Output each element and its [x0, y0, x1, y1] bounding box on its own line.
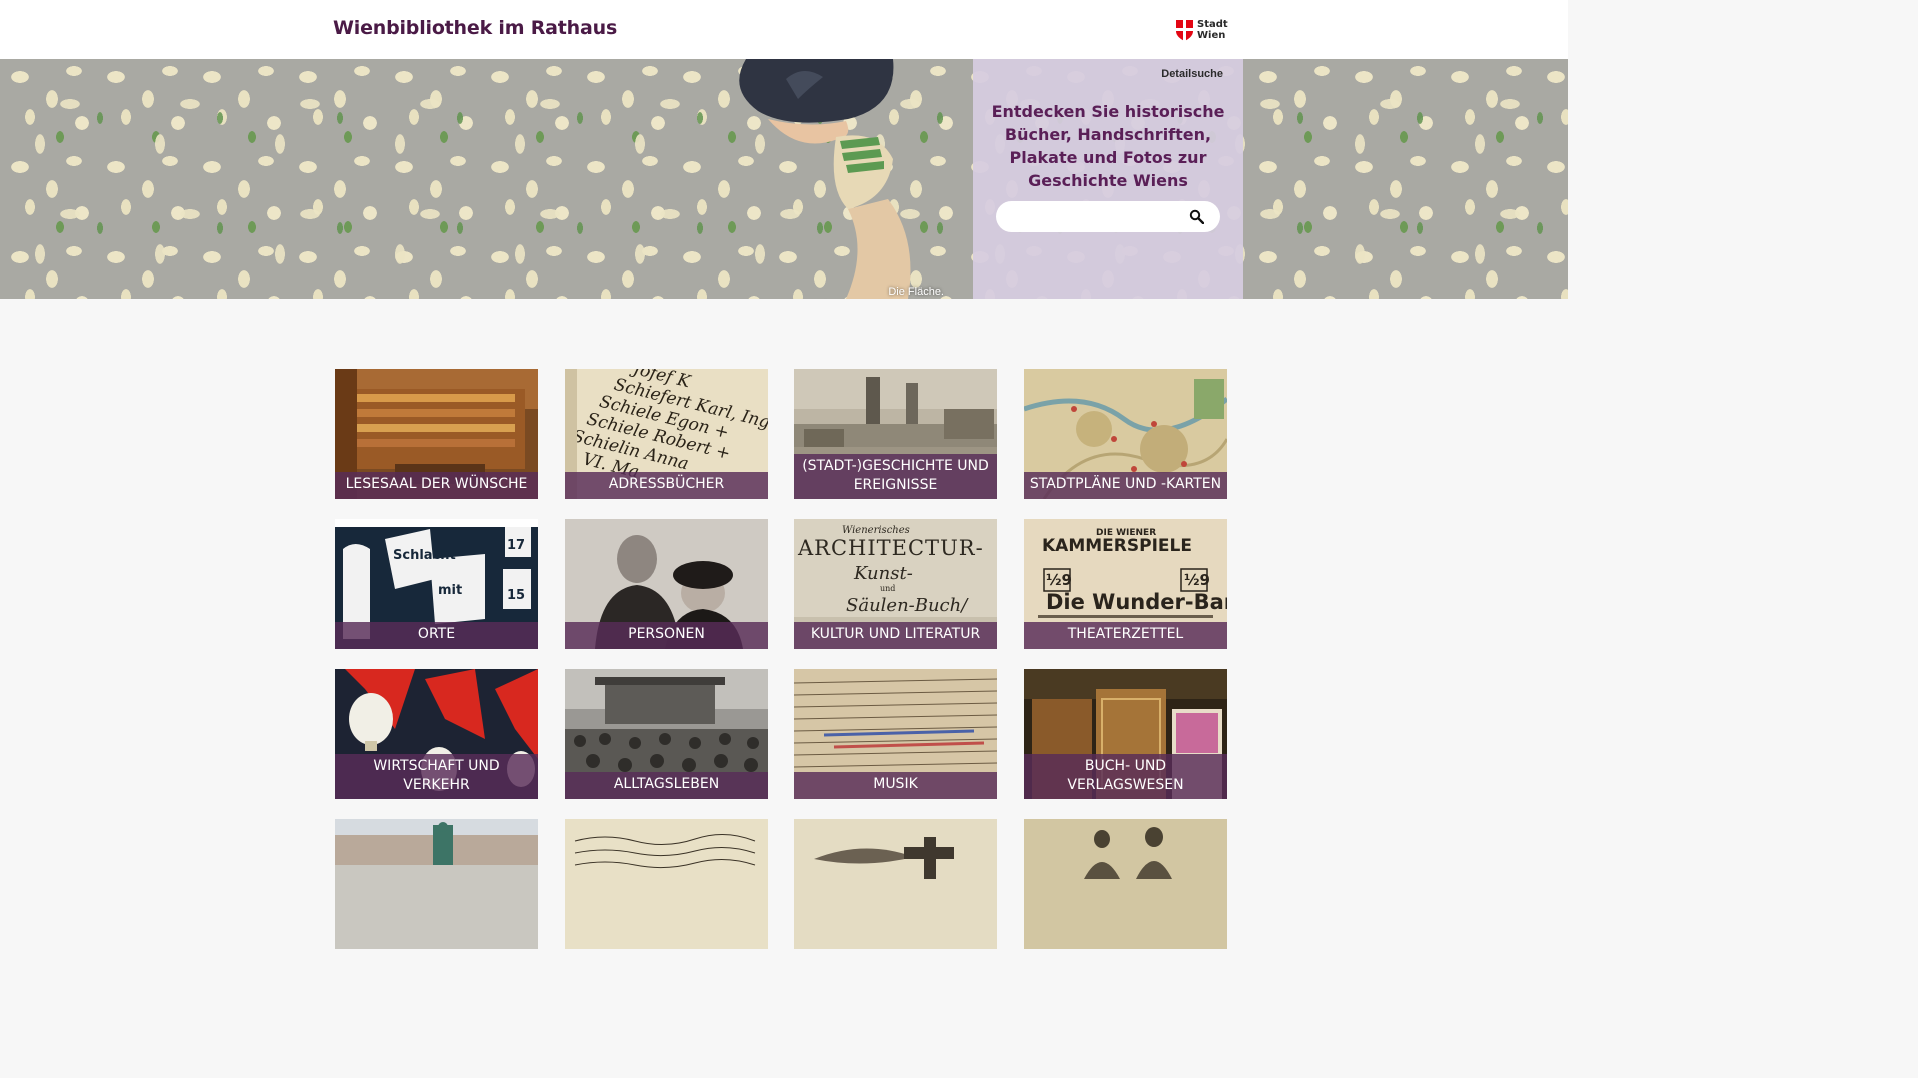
costume-figures-image [1024, 819, 1227, 949]
tile-label: (Stadt-)Geschichte und Ereignisse [794, 454, 997, 499]
feather-cross-image [794, 819, 997, 949]
tile-label: Personen [565, 622, 768, 649]
search-panel-heading: Entdecken Sie historische Bücher, Handsc… [991, 102, 1225, 190]
svg-text:15: 15 [507, 588, 525, 603]
tile-stadtgeschichte[interactable]: (Stadt-)Geschichte und Ereignisse [794, 369, 997, 499]
tile-orte[interactable]: Schlacht mit 17 15 Orte [335, 519, 538, 649]
tile-label: Wirtschaft und Verkehr [335, 754, 538, 799]
tile-alltagsleben[interactable]: Alltagsleben [565, 669, 768, 799]
svg-text:mit: mit [438, 583, 462, 598]
site-header: Wienbibliothek im Rathaus Stadt Wien [0, 0, 1568, 59]
svg-text:17: 17 [507, 538, 525, 553]
art-nouveau-figure-illustration [739, 59, 911, 299]
tile-label: Alltagsleben [565, 772, 768, 799]
tile-lesesaal[interactable]: Lesesaal der Wünsche [335, 369, 538, 499]
tile-label: Buch- und Verlagswesen [1024, 754, 1227, 799]
svg-text:½9: ½9 [1046, 571, 1072, 589]
svg-text:ARCHITECTUR-: ARCHITECTUR- [797, 536, 984, 560]
svg-text:½9: ½9 [1184, 571, 1210, 589]
logo-line-stadt: Stadt [1197, 19, 1228, 30]
tile-label: Musik [794, 772, 997, 799]
tile-costume-figures[interactable] [1024, 819, 1227, 949]
tile-buchwesen[interactable]: Buch- und Verlagswesen [1024, 669, 1227, 799]
logo-line-wien: Wien [1197, 30, 1226, 41]
city-panorama-image [335, 819, 538, 949]
tile-stadtplaene[interactable]: Stadtpläne und -karten [1024, 369, 1227, 499]
tile-adressbuecher[interactable]: Jofef K Schiefert Karl, Ing Schiele Egon… [565, 369, 768, 499]
tile-label: Orte [335, 622, 538, 649]
tile-label: Stadtpläne und -karten [1024, 472, 1227, 499]
search-icon[interactable] [1189, 209, 1204, 224]
tile-handwritten-letter[interactable] [565, 819, 768, 949]
site-title[interactable]: Wienbibliothek im Rathaus [333, 17, 617, 39]
svg-text:Wienerisches: Wienerisches [842, 525, 910, 536]
tile-label: Theaterzettel [1024, 622, 1227, 649]
tile-musik[interactable]: Musik [794, 669, 997, 799]
tile-label: Adressbücher [565, 472, 768, 499]
tile-label: Kultur und Literatur [794, 622, 997, 649]
stadt-wien-wordmark: Stadt Wien [1197, 19, 1228, 41]
stadt-wien-logo[interactable]: Stadt Wien [1176, 19, 1228, 41]
tile-feather-cross[interactable] [794, 819, 997, 949]
tile-kultur[interactable]: Wienerisches ARCHITECTUR- Kunst- und Säu… [794, 519, 997, 649]
tile-theaterzettel[interactable]: DIE WIENER KAMMERSPIELE ½9 ½9 Die Wunder… [1024, 519, 1227, 649]
handwritten-letter-image [565, 819, 768, 949]
hero-caption: Die Fläche. Patronenschnitt von Else Lot… [888, 286, 944, 298]
search-panel: Detailsuche Entdecken Sie historische Bü… [973, 59, 1243, 299]
hero-banner: Die Fläche. Patronenschnitt von Else Lot… [0, 59, 1568, 299]
svg-text:Schlacht: Schlacht [393, 548, 456, 563]
svg-text:Kunst-: Kunst- [853, 563, 913, 584]
detail-search-link[interactable]: Detailsuche [1161, 68, 1223, 80]
tile-label: Lesesaal der Wünsche [335, 472, 538, 499]
svg-text:Die Wunder-Bar: Die Wunder-Bar [1046, 590, 1227, 614]
tile-wirtschaft[interactable]: Wirtschaft und Verkehr [335, 669, 538, 799]
svg-text:Säulen-Buch/: Säulen-Buch/ [846, 595, 969, 616]
search-input[interactable] [1010, 205, 1180, 228]
tile-city-panorama[interactable] [335, 819, 538, 949]
svg-text:KAMMERSPIELE: KAMMERSPIELE [1042, 536, 1192, 556]
svg-text:und: und [880, 584, 895, 593]
search-box [996, 201, 1220, 232]
vienna-shield-icon [1176, 19, 1193, 41]
tile-personen[interactable]: Personen [565, 519, 768, 649]
